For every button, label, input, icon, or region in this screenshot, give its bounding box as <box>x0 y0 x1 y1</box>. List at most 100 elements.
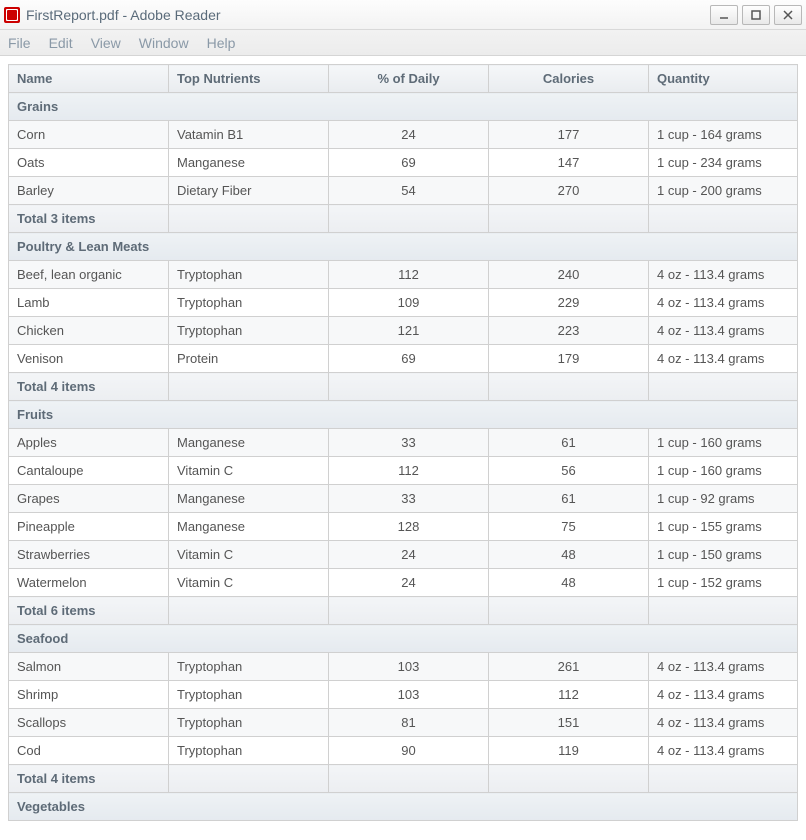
cell-quantity: 4 oz - 113.4 grams <box>649 289 798 317</box>
window-title: FirstReport.pdf - Adobe Reader <box>26 7 221 23</box>
empty-cell <box>489 597 649 625</box>
cell-quantity: 4 oz - 113.4 grams <box>649 709 798 737</box>
cell-calories: 56 <box>489 457 649 485</box>
cell-quantity: 1 cup - 155 grams <box>649 513 798 541</box>
maximize-button[interactable] <box>742 5 770 25</box>
group-header: Poultry & Lean Meats <box>9 233 798 261</box>
cell-calories: 75 <box>489 513 649 541</box>
group-total: Total 6 items <box>9 597 798 625</box>
cell-quantity: 4 oz - 113.4 grams <box>649 737 798 765</box>
document-content: Name Top Nutrients % of Daily Calories Q… <box>0 56 806 829</box>
table-row: CornVatamin B1241771 cup - 164 grams <box>9 121 798 149</box>
empty-cell <box>649 765 798 793</box>
cell-daily: 69 <box>329 149 489 177</box>
cell-daily: 103 <box>329 681 489 709</box>
cell-nutrient: Manganese <box>169 429 329 457</box>
table-row: PineappleManganese128751 cup - 155 grams <box>9 513 798 541</box>
cell-calories: 112 <box>489 681 649 709</box>
cell-calories: 229 <box>489 289 649 317</box>
table-row: ShrimpTryptophan1031124 oz - 113.4 grams <box>9 681 798 709</box>
cell-quantity: 4 oz - 113.4 grams <box>649 317 798 345</box>
cell-name: Corn <box>9 121 169 149</box>
cell-daily: 24 <box>329 121 489 149</box>
cell-name: Grapes <box>9 485 169 513</box>
cell-nutrient: Vatamin B1 <box>169 121 329 149</box>
empty-cell <box>489 205 649 233</box>
cell-nutrient: Tryptophan <box>169 289 329 317</box>
cell-quantity: 1 cup - 200 grams <box>649 177 798 205</box>
cell-name: Scallops <box>9 709 169 737</box>
group-header: Seafood <box>9 625 798 653</box>
cell-nutrient: Tryptophan <box>169 709 329 737</box>
cell-daily: 24 <box>329 541 489 569</box>
empty-cell <box>169 205 329 233</box>
cell-calories: 61 <box>489 429 649 457</box>
cell-quantity: 4 oz - 113.4 grams <box>649 261 798 289</box>
report-table: Name Top Nutrients % of Daily Calories Q… <box>8 64 798 821</box>
cell-calories: 179 <box>489 345 649 373</box>
cell-daily: 24 <box>329 569 489 597</box>
group-title: Fruits <box>9 401 798 429</box>
cell-name: Pineapple <box>9 513 169 541</box>
table-row: SalmonTryptophan1032614 oz - 113.4 grams <box>9 653 798 681</box>
cell-daily: 90 <box>329 737 489 765</box>
table-row: LambTryptophan1092294 oz - 113.4 grams <box>9 289 798 317</box>
group-header: Vegetables <box>9 793 798 821</box>
menu-edit[interactable]: Edit <box>49 35 73 51</box>
titlebar: FirstReport.pdf - Adobe Reader <box>0 0 806 30</box>
cell-nutrient: Vitamin C <box>169 541 329 569</box>
cell-nutrient: Vitamin C <box>169 457 329 485</box>
group-total: Total 4 items <box>9 373 798 401</box>
cell-nutrient: Dietary Fiber <box>169 177 329 205</box>
group-title: Poultry & Lean Meats <box>9 233 798 261</box>
cell-daily: 112 <box>329 261 489 289</box>
cell-nutrient: Tryptophan <box>169 737 329 765</box>
empty-cell <box>169 373 329 401</box>
cell-calories: 223 <box>489 317 649 345</box>
cell-daily: 54 <box>329 177 489 205</box>
menu-view[interactable]: View <box>91 35 121 51</box>
cell-name: Oats <box>9 149 169 177</box>
menu-help[interactable]: Help <box>207 35 236 51</box>
menu-file[interactable]: File <box>8 35 31 51</box>
group-total-label: Total 4 items <box>9 373 169 401</box>
table-header-row: Name Top Nutrients % of Daily Calories Q… <box>9 65 798 93</box>
col-quantity: Quantity <box>649 65 798 93</box>
cell-nutrient: Tryptophan <box>169 317 329 345</box>
cell-nutrient: Tryptophan <box>169 653 329 681</box>
col-name: Name <box>9 65 169 93</box>
cell-calories: 151 <box>489 709 649 737</box>
table-row: CodTryptophan901194 oz - 113.4 grams <box>9 737 798 765</box>
cell-calories: 48 <box>489 569 649 597</box>
cell-nutrient: Manganese <box>169 485 329 513</box>
cell-name: Barley <box>9 177 169 205</box>
empty-cell <box>649 373 798 401</box>
cell-name: Venison <box>9 345 169 373</box>
cell-calories: 240 <box>489 261 649 289</box>
menu-window[interactable]: Window <box>139 35 189 51</box>
cell-daily: 103 <box>329 653 489 681</box>
group-title: Grains <box>9 93 798 121</box>
cell-daily: 69 <box>329 345 489 373</box>
cell-name: Shrimp <box>9 681 169 709</box>
empty-cell <box>329 765 489 793</box>
cell-quantity: 1 cup - 152 grams <box>649 569 798 597</box>
cell-calories: 147 <box>489 149 649 177</box>
empty-cell <box>649 597 798 625</box>
minimize-button[interactable] <box>710 5 738 25</box>
cell-nutrient: Tryptophan <box>169 261 329 289</box>
cell-quantity: 1 cup - 160 grams <box>649 429 798 457</box>
close-button[interactable] <box>774 5 802 25</box>
cell-quantity: 4 oz - 113.4 grams <box>649 653 798 681</box>
cell-name: Cantaloupe <box>9 457 169 485</box>
group-title: Vegetables <box>9 793 798 821</box>
cell-daily: 121 <box>329 317 489 345</box>
cell-daily: 81 <box>329 709 489 737</box>
empty-cell <box>489 373 649 401</box>
cell-nutrient: Manganese <box>169 513 329 541</box>
cell-calories: 61 <box>489 485 649 513</box>
cell-quantity: 4 oz - 113.4 grams <box>649 345 798 373</box>
cell-nutrient: Tryptophan <box>169 681 329 709</box>
empty-cell <box>649 205 798 233</box>
table-row: GrapesManganese33611 cup - 92 grams <box>9 485 798 513</box>
